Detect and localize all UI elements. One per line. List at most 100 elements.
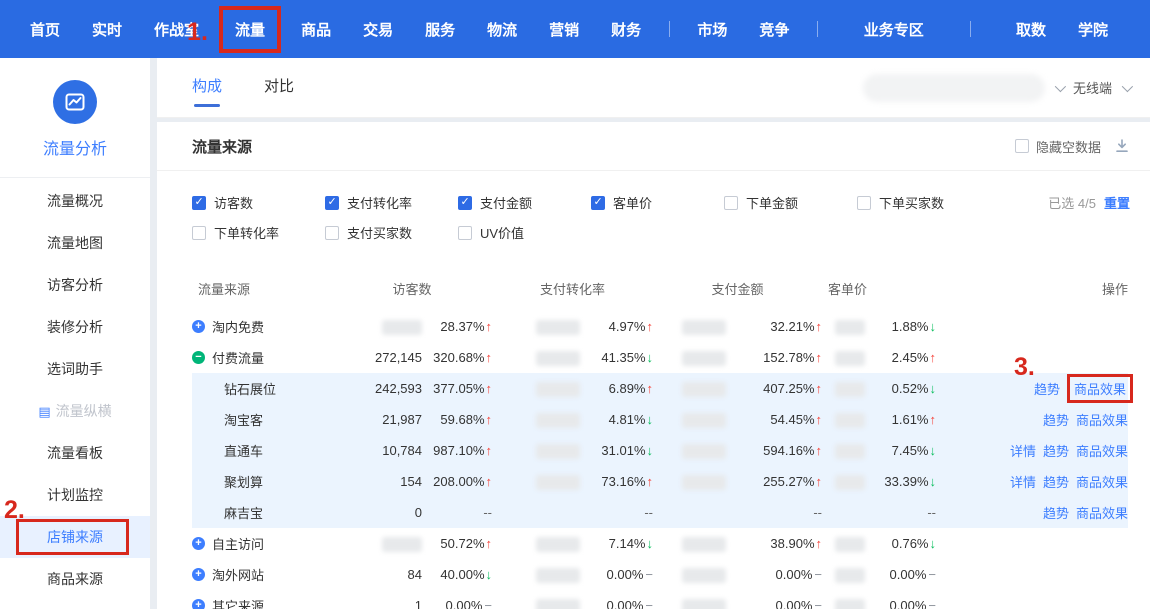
change-pct: 407.25%	[763, 381, 814, 396]
metric-checkbox-2-1[interactable]: 下单转化率	[192, 223, 325, 242]
nav-item-r0[interactable]: 取数	[1000, 19, 1062, 40]
metric-checkbox-2-2[interactable]: 支付买家数	[325, 223, 458, 242]
metric-change: 0.76%↓	[865, 536, 936, 551]
change-pct: 6.89%	[609, 381, 646, 396]
nav-item-l8[interactable]: 营销	[533, 19, 595, 40]
nav-item-l3[interactable]: 流量	[235, 22, 265, 39]
metric-checkbox-1-1[interactable]: 访客数	[192, 193, 325, 212]
sidebar-item-4[interactable]: 装修分析	[0, 306, 150, 348]
sidebar-item-label: 计划监控	[47, 487, 103, 503]
nav-item-l1[interactable]: 实时	[76, 19, 138, 40]
change-pct: 0.00%	[776, 598, 813, 609]
nav-item-l5[interactable]: 交易	[347, 19, 409, 40]
expand-plus-icon[interactable]: +	[192, 599, 205, 609]
metric-checkbox-1-5[interactable]: 下单金额	[724, 193, 857, 212]
op-trend-link[interactable]: 趋势	[1043, 410, 1069, 429]
op-item-effect-link[interactable]: 商品效果	[1076, 441, 1128, 460]
filter-info: 已选 4/5重置	[1048, 193, 1135, 212]
nav-item-l7[interactable]: 物流	[471, 19, 533, 40]
checkbox-icon[interactable]	[458, 196, 472, 210]
checkbox-icon[interactable]	[724, 196, 738, 210]
op-item-effect-link[interactable]: 商品效果	[1076, 410, 1128, 429]
sidebar-item-5[interactable]: 选词助手	[0, 348, 150, 390]
nav-item-r1[interactable]: 学院	[1062, 19, 1124, 40]
sidebar-item-9[interactable]: 店铺来源2.	[0, 516, 150, 558]
sidebar-item-6[interactable]: ▤流量纵横	[0, 390, 150, 432]
checkbox-icon[interactable]	[591, 196, 605, 210]
metric-change: 0.00%−	[726, 598, 822, 609]
col-header: 流量来源	[192, 279, 332, 298]
reset-link[interactable]: 重置	[1104, 196, 1130, 211]
op-item-effect-link[interactable]: 商品效果	[1076, 503, 1128, 522]
download-icon[interactable]	[1114, 138, 1130, 154]
checkbox-icon[interactable]	[325, 196, 339, 210]
nav-item-z0[interactable]: 业务专区	[848, 19, 940, 40]
op-trend-link[interactable]: 趋势	[1034, 379, 1060, 398]
sidebar-item-7[interactable]: 流量看板	[0, 432, 150, 474]
nav-item-l0[interactable]: 首页	[14, 19, 76, 40]
hide-empty-checkbox[interactable]	[1015, 139, 1029, 153]
expand-plus-icon[interactable]: +	[192, 320, 205, 333]
collapse-minus-icon[interactable]: −	[192, 351, 205, 364]
sidebar-item-2[interactable]: 流量地图	[0, 222, 150, 264]
op-trend-link[interactable]: 趋势	[1043, 472, 1069, 491]
metric-value	[822, 473, 865, 489]
metric-checkbox-1-3[interactable]: 支付金额	[458, 193, 591, 212]
nav-item-box-流量: 1.流量	[219, 6, 281, 53]
sidebar-item-10[interactable]: 商品来源	[0, 558, 150, 600]
redacted-value	[682, 475, 726, 490]
app-root: 首页实时作战室1.流量商品交易服务物流营销财务市场竞争业务专区取数学院 流量分析…	[0, 0, 1150, 609]
op-detail-link[interactable]: 详情	[1010, 472, 1036, 491]
source-name: 淘宝客	[224, 410, 263, 429]
metric-checkbox-2-3[interactable]: UV价值	[458, 223, 591, 242]
checkbox-icon[interactable]	[325, 226, 339, 240]
redacted-shop-selector[interactable]	[863, 74, 1045, 102]
metric-change: --	[726, 505, 822, 520]
toolbar-right: 无线端	[863, 74, 1130, 102]
metric-checkbox-1-6[interactable]: 下单买家数	[857, 193, 990, 212]
sidebar-item-3[interactable]: 访客分析	[0, 264, 150, 306]
checkbox-icon[interactable]	[857, 196, 871, 210]
no-change-dash: --	[927, 505, 936, 520]
metric-change: 6.89%↑	[580, 381, 653, 396]
flat-dash: −	[928, 567, 936, 582]
expand-plus-icon[interactable]: +	[192, 568, 205, 581]
flat-dash: −	[645, 567, 653, 582]
metric-change: 54.45%↑	[726, 412, 822, 427]
metric-value	[492, 566, 580, 582]
metric-value	[822, 411, 865, 427]
metric-checkbox-1-2[interactable]: 支付转化率	[325, 193, 458, 212]
sidebar-item-1[interactable]: 流量概况	[0, 180, 150, 222]
redacted-value	[682, 320, 726, 335]
traffic-source-panel: 流量来源 隐藏空数据 访客数支付转化率支付	[157, 122, 1150, 609]
op-detail-link[interactable]: 详情	[1010, 441, 1036, 460]
op-trend-link[interactable]: 趋势	[1043, 503, 1069, 522]
nav-item-m0[interactable]: 市场	[681, 19, 743, 40]
metric-value	[822, 349, 865, 365]
metric-checkbox-1-4[interactable]: 客单价	[591, 193, 724, 212]
sidebar-item-11[interactable]: 计划中心	[0, 600, 150, 609]
nav-item-l9[interactable]: 财务	[595, 19, 657, 40]
op-item-effect-link[interactable]: 商品效果	[1076, 472, 1128, 491]
nav-item-m1[interactable]: 竞争	[743, 19, 805, 40]
op-item-effect-link[interactable]: 商品效果	[1074, 382, 1126, 397]
nav-item-l6[interactable]: 服务	[409, 19, 471, 40]
metric-value	[653, 318, 726, 334]
checkbox-icon[interactable]	[458, 226, 472, 240]
redacted-value	[382, 537, 422, 552]
expand-plus-icon[interactable]: +	[192, 537, 205, 550]
device-selector[interactable]: 无线端	[1073, 78, 1112, 97]
chevron-down-icon[interactable]	[1122, 80, 1133, 91]
redacted-value	[536, 351, 580, 366]
redacted-value	[835, 382, 865, 397]
tab-2[interactable]: 对比	[264, 58, 294, 118]
nav-item-l4[interactable]: 商品	[285, 19, 347, 40]
op-trend-link[interactable]: 趋势	[1043, 441, 1069, 460]
checkbox-icon[interactable]	[192, 196, 206, 210]
redacted-value	[536, 413, 580, 428]
checkbox-icon[interactable]	[192, 226, 206, 240]
change-pct: 41.35%	[601, 350, 645, 365]
source-name: 直通车	[224, 441, 263, 460]
tab-1[interactable]: 构成	[192, 58, 222, 118]
annotation-1: 1.	[187, 18, 208, 47]
